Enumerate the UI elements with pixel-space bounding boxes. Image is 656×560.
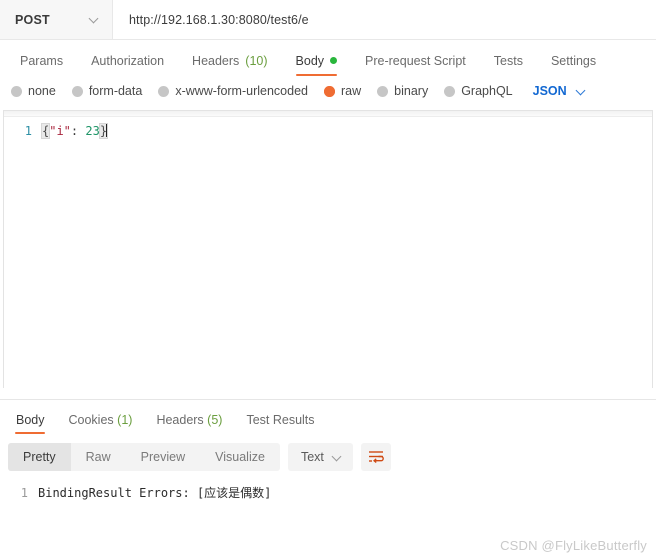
tab-pre-request-script-label: Pre-request Script [365, 53, 466, 68]
response-tab-body-label: Body [16, 412, 45, 427]
tab-settings-label: Settings [550, 53, 597, 68]
tab-params-label: Params [20, 53, 64, 68]
body-modified-dot-icon [330, 57, 338, 65]
response-tab-cookies-count: (1) [117, 412, 133, 427]
tab-headers[interactable]: Headers (10) [178, 53, 281, 77]
tab-headers-label: Headers [192, 53, 240, 68]
tab-tests[interactable]: Tests [480, 53, 537, 77]
watermark: CSDN @FlyLikeButterfly [500, 538, 647, 553]
raw-format-label: JSON [532, 84, 567, 98]
radio-selected-icon [324, 85, 335, 97]
view-mode-pretty-label: Pretty [23, 450, 56, 464]
response-line-number: 1 [20, 486, 28, 500]
view-mode-visualize-label: Visualize [215, 450, 265, 464]
tab-headers-count: (10) [245, 53, 268, 68]
wrap-lines-icon [368, 451, 384, 464]
body-type-radio-group: none form-data x-www-form-urlencoded raw… [0, 76, 656, 106]
response-body-line: 1 BindingResult Errors: [应该是偶数] [0, 485, 656, 501]
http-method-label: POST [15, 12, 50, 27]
editor-line-content[interactable]: {"i": 23} [40, 123, 109, 139]
response-tab-cookies[interactable]: Cookies (1) [57, 412, 145, 435]
body-type-graphql[interactable]: GraphQL [444, 84, 513, 98]
response-toolbar: Pretty Raw Preview Visualize Text [0, 434, 656, 471]
response-format-label: Text [300, 450, 324, 464]
chevron-down-icon [576, 86, 587, 97]
tab-body[interactable]: Body [282, 53, 352, 77]
view-mode-raw[interactable]: Raw [71, 443, 126, 471]
body-type-urlencoded[interactable]: x-www-form-urlencoded [158, 84, 308, 98]
view-mode-pretty[interactable]: Pretty [8, 443, 71, 471]
json-value: 23 [85, 124, 100, 138]
response-view-mode-group: Pretty Raw Preview Visualize [8, 443, 280, 471]
wrap-lines-button[interactable] [360, 443, 391, 471]
radio-icon [444, 85, 456, 97]
response-tab-test-results[interactable]: Test Results [234, 412, 326, 435]
tab-tests-label: Tests [493, 53, 523, 68]
response-tab-body[interactable]: Body [4, 412, 57, 435]
editor-line: 1 {"i": 23} [4, 117, 652, 139]
tab-authorization[interactable]: Authorization [77, 53, 178, 77]
body-type-binary-label: binary [394, 84, 429, 98]
url-input[interactable]: http://192.168.1.30:8080/test6/e [113, 0, 656, 39]
body-type-raw-label: raw [341, 84, 362, 98]
view-mode-preview-label: Preview [140, 450, 186, 464]
text-caret [106, 124, 108, 137]
response-tab-test-results-label: Test Results [246, 412, 315, 427]
body-type-binary[interactable]: binary [377, 84, 428, 98]
tab-params[interactable]: Params [6, 53, 77, 77]
view-mode-visualize[interactable]: Visualize [200, 443, 280, 471]
http-method-select[interactable]: POST [0, 0, 113, 39]
tab-pre-request-script[interactable]: Pre-request Script [351, 53, 480, 77]
response-format-select[interactable]: Text [287, 443, 353, 471]
response-body-text: BindingResult Errors: [应该是偶数] [38, 486, 272, 500]
body-type-form-data[interactable]: form-data [71, 84, 143, 98]
body-type-graphql-label: GraphQL [461, 84, 513, 98]
json-key: "i" [49, 124, 71, 138]
tab-body-label: Body [295, 53, 325, 68]
tab-authorization-label: Authorization [91, 53, 165, 68]
view-mode-preview[interactable]: Preview [126, 443, 200, 471]
body-type-raw[interactable]: raw [324, 84, 361, 98]
chevron-down-icon [332, 452, 343, 463]
response-tab-headers[interactable]: Headers (5) [144, 412, 234, 435]
request-url-bar: POST http://192.168.1.30:8080/test6/e [0, 0, 656, 40]
body-type-urlencoded-label: x-www-form-urlencoded [175, 84, 308, 98]
view-mode-raw-label: Raw [85, 450, 111, 464]
response-tab-bar: Body Cookies (1) Headers (5) Test Result… [0, 400, 656, 434]
radio-icon [377, 85, 389, 97]
request-body-editor[interactable]: 1 {"i": 23} [3, 110, 653, 388]
response-tab-headers-label: Headers [156, 412, 204, 427]
radio-icon [11, 85, 22, 97]
raw-format-select[interactable]: JSON [533, 84, 587, 98]
radio-icon [71, 85, 83, 97]
request-tab-bar: Params Authorization Headers (10) Body P… [0, 40, 656, 76]
body-type-none-label: none [28, 84, 56, 98]
body-type-none[interactable]: none [11, 84, 56, 98]
response-body: 1 BindingResult Errors: [应该是偶数] [0, 471, 656, 501]
chevron-down-icon [89, 14, 100, 25]
body-type-form-data-label: form-data [88, 84, 143, 98]
radio-icon [158, 85, 170, 97]
response-tab-headers-count: (5) [207, 412, 223, 427]
response-tab-cookies-label: Cookies [68, 412, 114, 427]
tab-settings[interactable]: Settings [537, 53, 610, 77]
editor-line-number: 1 [24, 124, 32, 138]
